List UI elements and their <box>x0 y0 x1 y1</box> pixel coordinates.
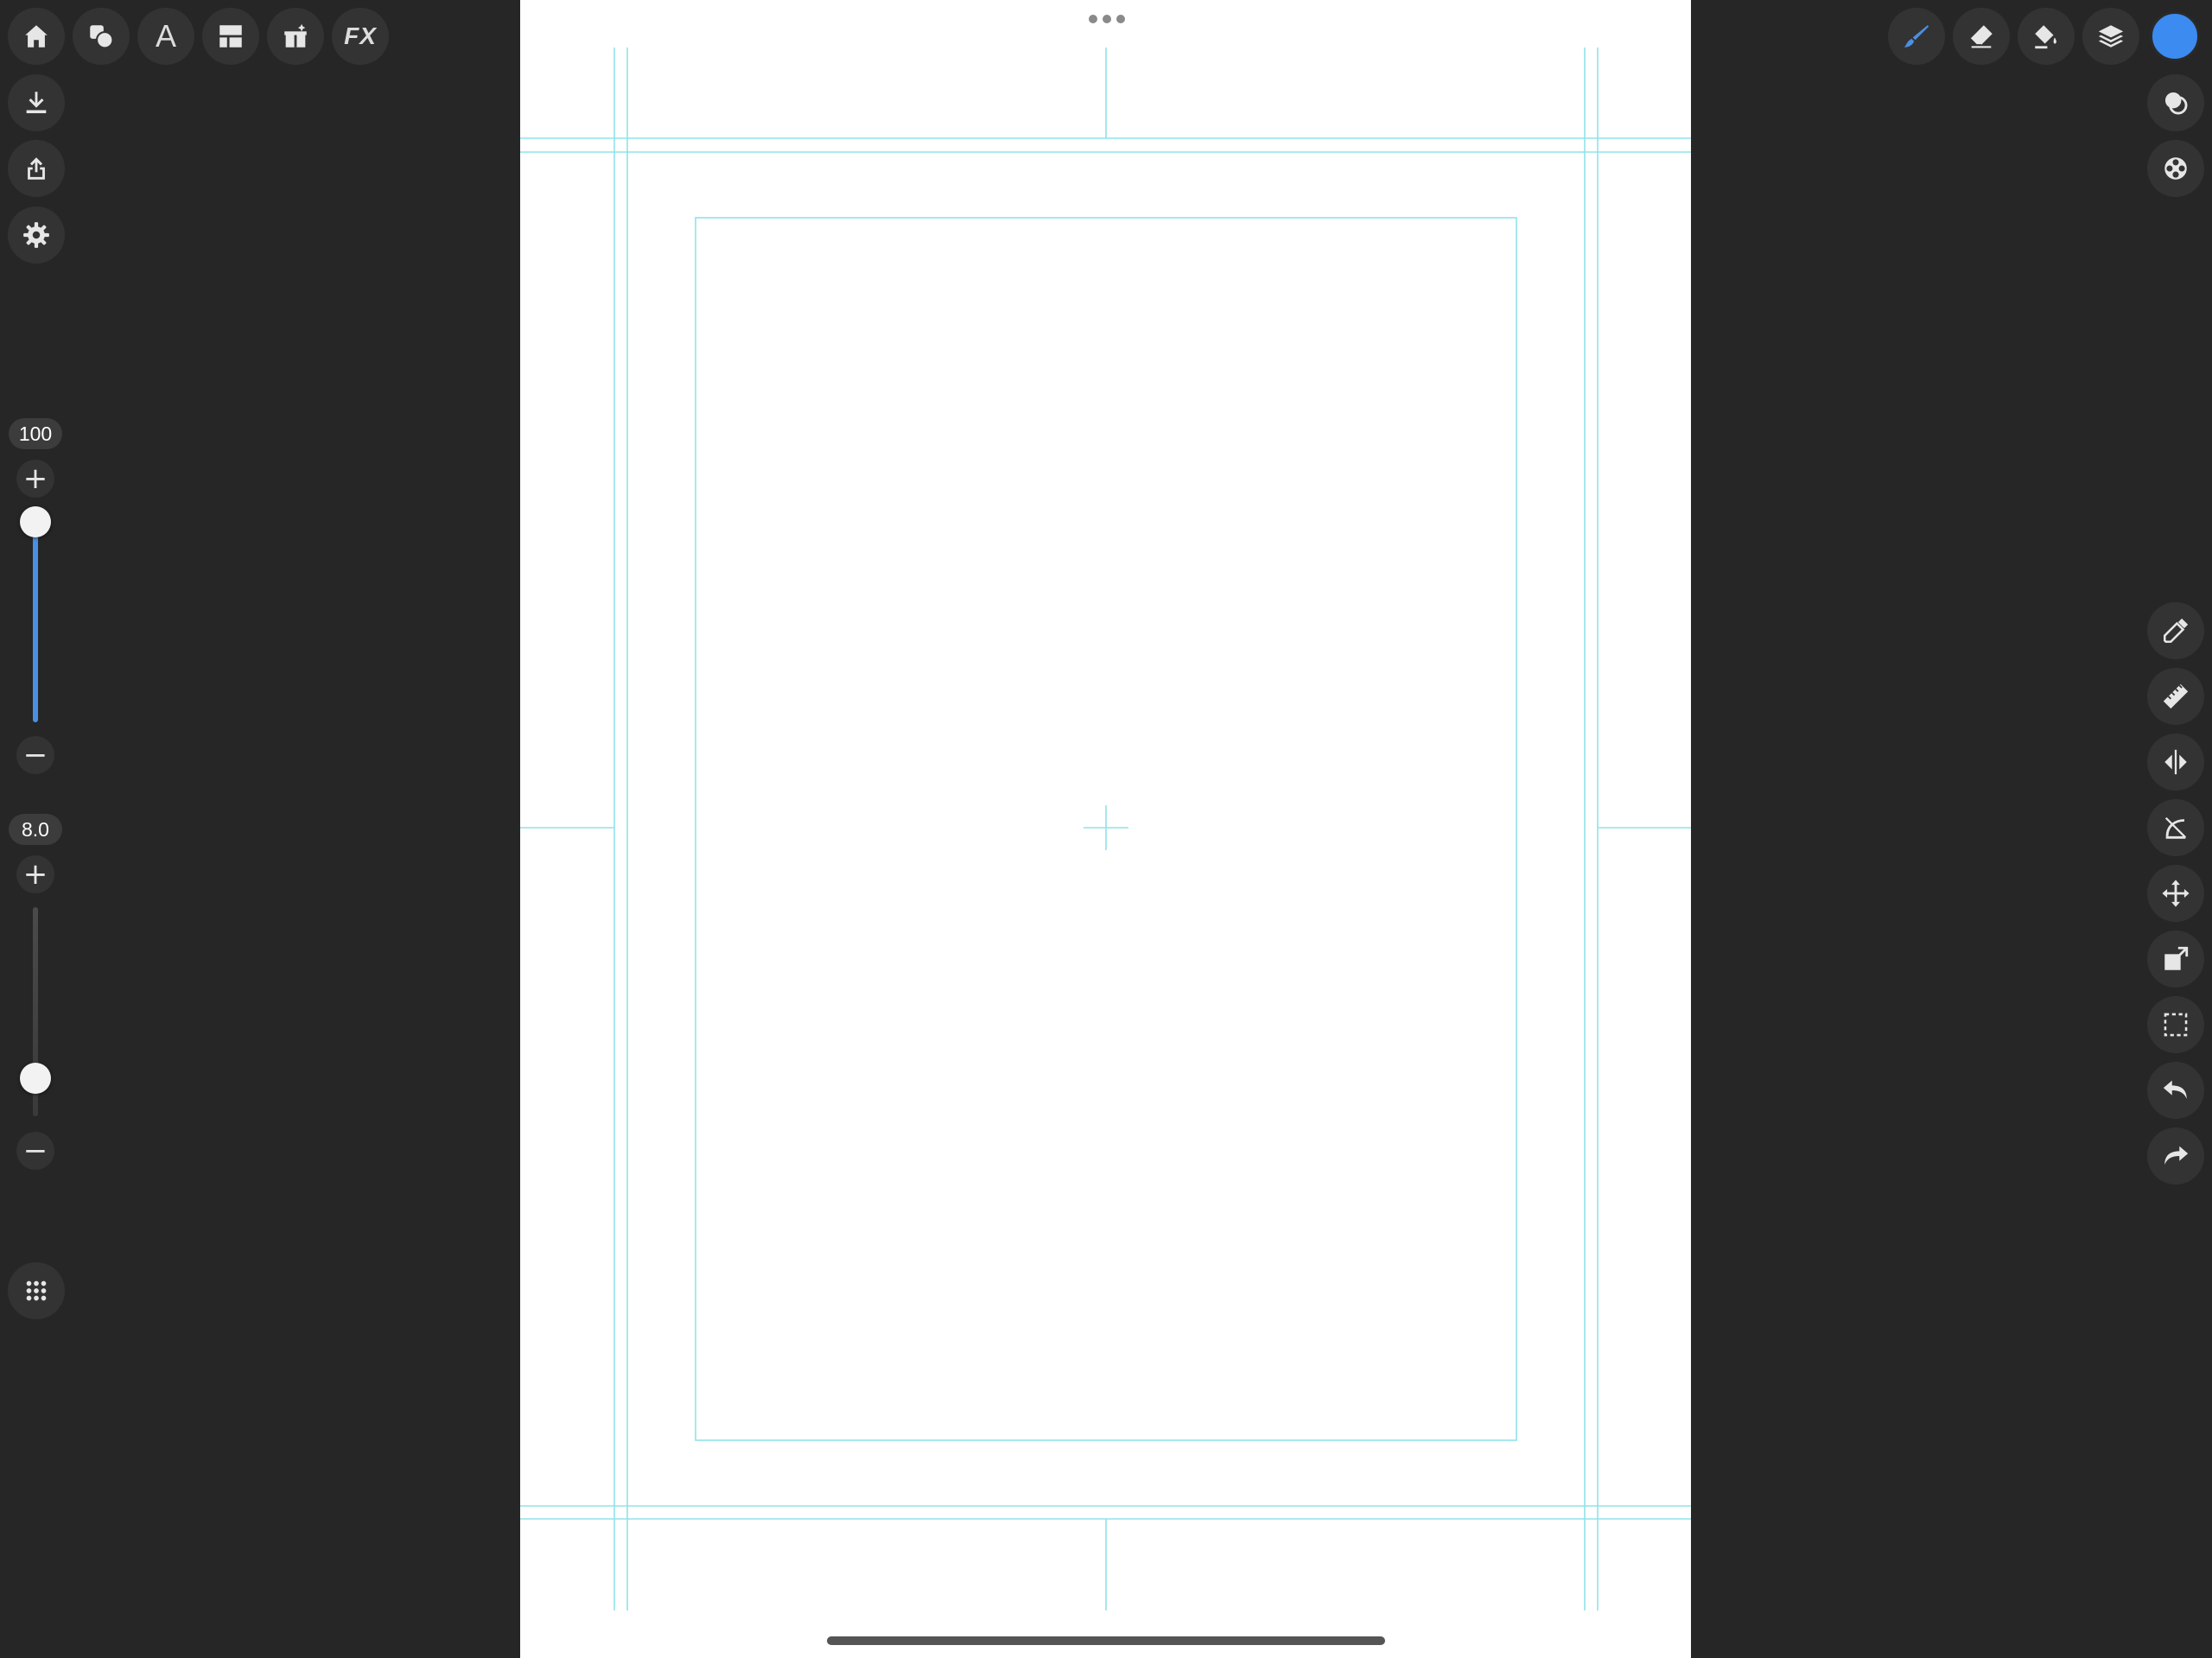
fill-bucket-button[interactable] <box>2018 8 2075 65</box>
share-icon <box>28 157 45 180</box>
fx-icon: FX <box>344 22 377 49</box>
color-wheel-icon <box>2164 157 2187 180</box>
opacity-slider-thumb[interactable] <box>20 506 51 537</box>
layers-icon <box>2098 25 2124 48</box>
opacity-value: 100 <box>9 418 62 449</box>
ruler-icon <box>2163 683 2189 709</box>
size-slider-thumb[interactable] <box>20 1063 51 1094</box>
transform-button[interactable] <box>2147 931 2204 988</box>
layout-guides <box>520 48 1691 1610</box>
opacity-decrease-button[interactable]: − <box>16 736 54 774</box>
shapes-icon <box>90 25 114 49</box>
size-decrease-button[interactable]: − <box>16 1132 54 1170</box>
undo-icon <box>2163 1080 2187 1099</box>
text-button[interactable]: A <box>137 8 194 65</box>
current-color-swatch[interactable] <box>2150 11 2200 61</box>
layout-button[interactable] <box>202 8 259 65</box>
move-button[interactable] <box>2147 865 2204 922</box>
blend-button[interactable] <box>2147 74 2204 131</box>
home-indicator[interactable] <box>827 1636 1385 1645</box>
eraser-icon <box>1969 25 1993 48</box>
ruler-button[interactable] <box>2147 668 2204 725</box>
dot <box>1116 15 1125 23</box>
color-wheel-button[interactable] <box>2147 140 2204 197</box>
shapes-button[interactable] <box>73 8 130 65</box>
eyedropper-button[interactable] <box>2147 602 2204 659</box>
move-icon <box>2162 880 2190 907</box>
eraser-button[interactable] <box>1953 8 2010 65</box>
redo-button[interactable] <box>2147 1128 2204 1185</box>
download-icon <box>26 92 47 114</box>
share-button[interactable] <box>8 140 65 197</box>
size-value: 8.0 <box>9 814 62 845</box>
download-button[interactable] <box>8 74 65 131</box>
size-increase-button[interactable]: + <box>16 855 54 893</box>
undo-button[interactable] <box>2147 1062 2204 1119</box>
fx-button[interactable]: FX <box>332 8 389 65</box>
grid-menu-icon <box>26 1280 47 1301</box>
blend-icon <box>2164 92 2188 115</box>
dot <box>1103 15 1111 23</box>
canvas-more-handle[interactable] <box>1089 15 1125 23</box>
opacity-increase-button[interactable]: + <box>16 460 54 498</box>
layers-button[interactable] <box>2082 8 2139 65</box>
perspective-button[interactable] <box>2147 799 2204 856</box>
drawing-canvas[interactable] <box>520 0 1691 1658</box>
eyedropper-icon <box>2163 618 2189 644</box>
perspective-icon <box>2164 816 2187 839</box>
text-icon: A <box>155 18 176 54</box>
transform-icon <box>2164 946 2189 970</box>
home-icon <box>25 25 48 48</box>
dot <box>1089 15 1097 23</box>
gift-magic-button[interactable] <box>267 8 324 65</box>
brush-icon <box>1904 25 1929 48</box>
settings-button[interactable] <box>8 206 65 264</box>
home-button[interactable] <box>8 8 65 65</box>
fill-bucket-icon <box>2035 25 2056 49</box>
symmetry-icon <box>2164 749 2187 775</box>
selection-icon <box>2164 1013 2188 1037</box>
settings-icon <box>23 222 49 248</box>
opacity-slider-track[interactable] <box>33 522 38 722</box>
redo-icon <box>2164 1146 2189 1165</box>
gift-magic-icon <box>284 23 307 48</box>
layout-icon <box>219 25 242 48</box>
grid-menu-button[interactable] <box>8 1262 65 1319</box>
brush-button[interactable] <box>1888 8 1945 65</box>
symmetry-button[interactable] <box>2147 734 2204 791</box>
selection-button[interactable] <box>2147 996 2204 1053</box>
